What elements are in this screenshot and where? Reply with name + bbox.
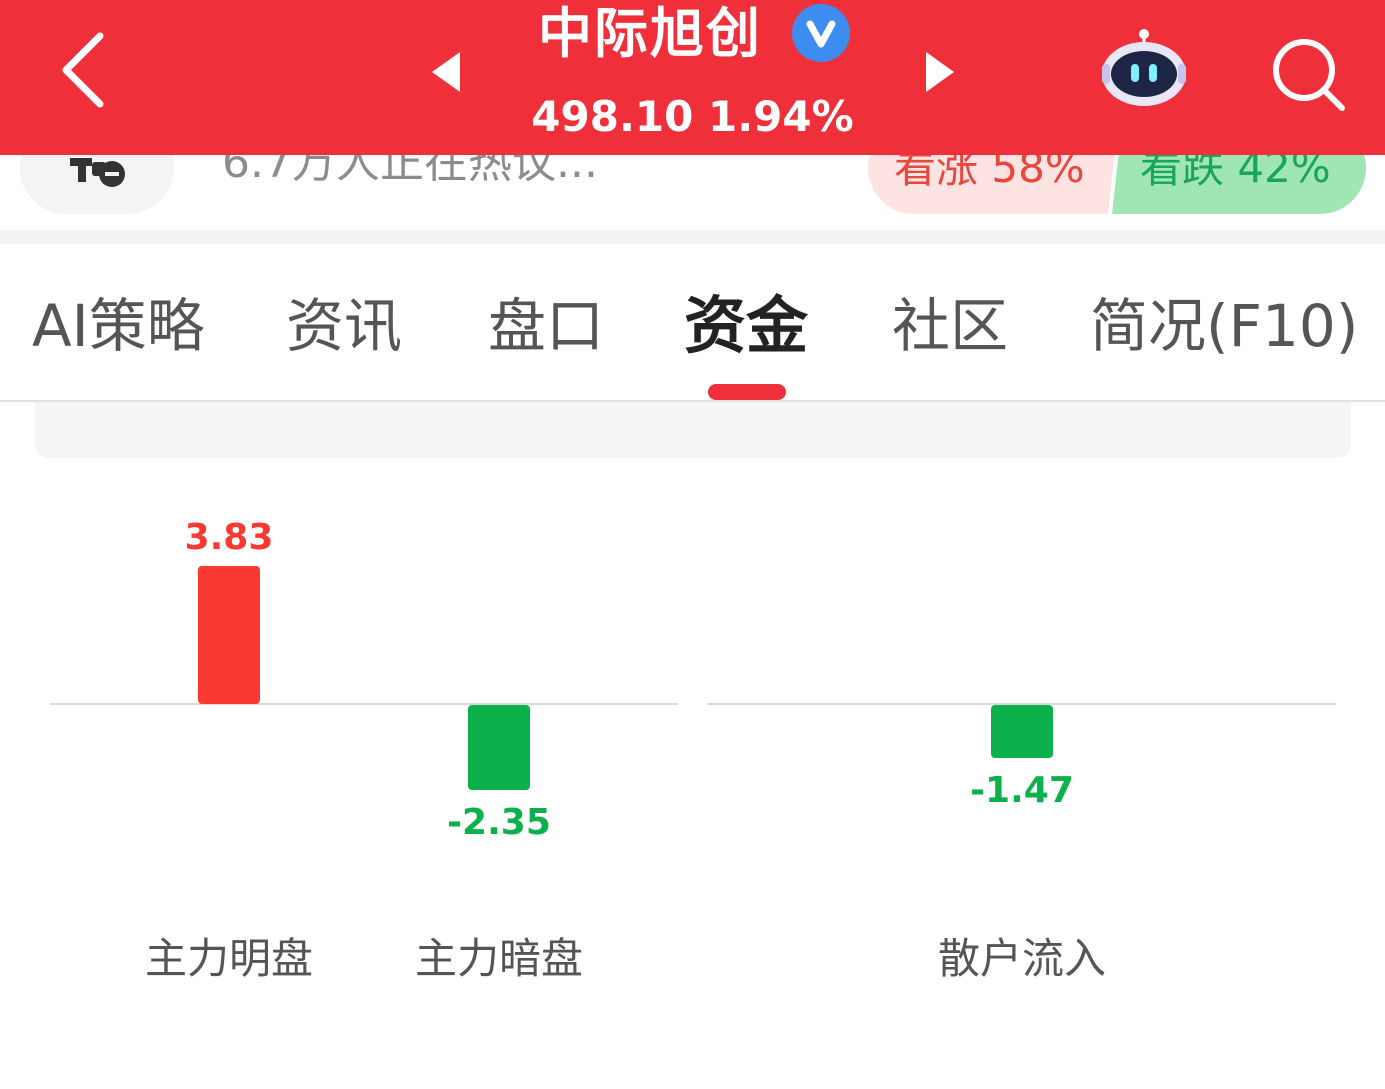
stock-name: 中际旭创 <box>538 2 762 65</box>
tab-community[interactable]: 社区 <box>892 288 1008 364</box>
next-stock-icon <box>926 52 954 92</box>
search-icon <box>1273 39 1345 111</box>
active-tab-indicator <box>708 384 786 400</box>
capital-flow-chart: 3.83 主力明盘 -2.35 主力暗盘 -1.47 散户流入 <box>0 470 1385 1030</box>
category-label-main-hidden: 主力暗盘 <box>414 934 583 983</box>
bar-main-visible <box>198 566 260 704</box>
prev-stock-icon <box>432 52 460 92</box>
tab-capital-flow[interactable]: 资金 <box>684 288 808 364</box>
robot-assistant-icon <box>1102 29 1186 106</box>
verified-icon <box>806 20 836 48</box>
verified-badge <box>792 4 850 62</box>
bar-value-label-main-visible: 3.83 <box>184 517 274 559</box>
prev-stock-button[interactable] <box>428 48 464 96</box>
bar-retail-inflow <box>991 705 1053 758</box>
category-label-retail-inflow: 散户流入 <box>937 934 1106 983</box>
collapsed-panel <box>35 402 1351 458</box>
tab-ai-strategy[interactable]: AI策略 <box>32 288 205 364</box>
tab-profile-f10[interactable]: 简况(F10) <box>1090 288 1358 364</box>
search-button[interactable] <box>1268 34 1348 114</box>
stock-header: 中际旭创 498.10 1.94% <box>0 0 1385 155</box>
bar-value-label-main-hidden: -2.35 <box>447 801 551 843</box>
robot-assistant-button[interactable] <box>1098 28 1190 112</box>
tab-order-book[interactable]: 盘口 <box>488 288 604 364</box>
bar-main-hidden <box>468 705 530 790</box>
bar-value-label-retail-inflow: -1.47 <box>970 769 1074 811</box>
section-divider <box>0 230 1385 244</box>
category-label-main-visible: 主力明盘 <box>144 934 313 983</box>
next-stock-button[interactable] <box>922 48 958 96</box>
tab-news[interactable]: 资讯 <box>286 288 402 364</box>
chart-baseline-left <box>50 703 678 705</box>
